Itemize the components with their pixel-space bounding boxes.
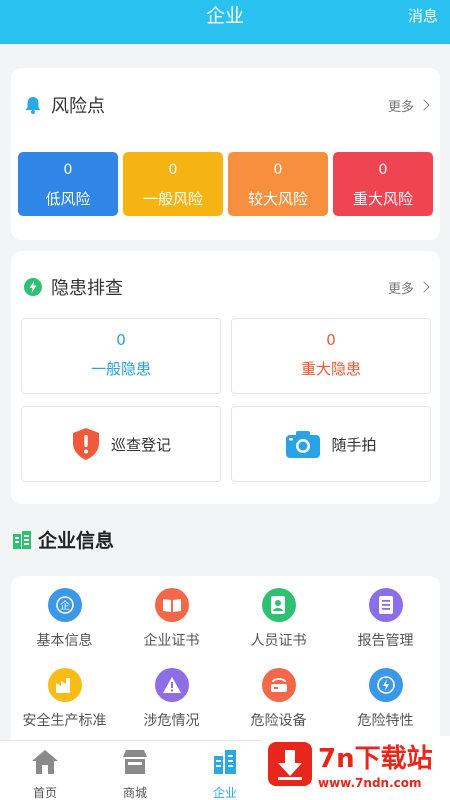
tab-enterprise[interactable]: 企业 xyxy=(180,741,270,800)
basic-info-item[interactable]: 企 基本信息 xyxy=(11,588,118,650)
company-certificate-item[interactable]: 企业证书 xyxy=(118,588,225,650)
personnel-certificate-label: 人员证书 xyxy=(250,633,307,649)
company-info-card: 企 基本信息 企业证书 人员证书 报告管理 安全生产标准 涉危情况 危险设备 危… xyxy=(11,576,440,740)
risk-general-count: 0 xyxy=(168,162,178,178)
site-watermark: 7n下载站 www.7ndn.com xyxy=(262,736,450,800)
safety-standard-item[interactable]: 安全生产标准 xyxy=(11,668,118,730)
major-hazard-label: 重大隐患 xyxy=(300,360,361,378)
hazard-card-title: 隐患排查 xyxy=(51,278,123,299)
report-management-icon xyxy=(368,588,403,622)
watermark-url: www.7ndn.com xyxy=(318,776,422,790)
risk-low-count: 0 xyxy=(63,162,73,178)
dangerous-equipment-label: 危险设备 xyxy=(250,713,307,729)
risk-level-row: 0 低风险 0 一般风险 0 较大风险 0 重大风险 xyxy=(18,152,433,216)
chevron-right-icon xyxy=(418,281,430,293)
dangerous-equipment-item[interactable]: 危险设备 xyxy=(225,668,332,730)
risk-card-header: 风险点 更多 xyxy=(23,90,430,120)
general-hazard-label: 一般隐患 xyxy=(90,360,151,378)
risk-general-label: 一般风险 xyxy=(142,190,203,208)
bell-icon xyxy=(25,97,41,114)
enterprise-icon xyxy=(214,750,236,774)
hazard-card-header: 隐患排查 更多 xyxy=(23,272,430,302)
report-management-item[interactable]: 报告管理 xyxy=(332,588,439,650)
risk-more-label: 更多 xyxy=(387,99,414,115)
risk-major-tile[interactable]: 0 重大风险 xyxy=(333,152,433,216)
hazard-card: 隐患排查 更多 0 一般隐患 0 重大隐患 巡查登记 随手拍 xyxy=(11,251,440,504)
safety-standard-icon xyxy=(47,668,82,702)
risk-larger-count: 0 xyxy=(273,162,283,178)
dangerous-equipment-icon xyxy=(261,668,296,702)
dangerous-properties-icon xyxy=(368,668,403,702)
risk-card: 风险点 更多 0 低风险 0 一般风险 0 较大风险 0 重大风险 xyxy=(11,68,440,240)
risk-low-label: 低风险 xyxy=(45,190,91,208)
dangerous-properties-label: 危险特性 xyxy=(357,713,414,729)
hazard-involvement-item[interactable]: 涉危情况 xyxy=(118,668,225,730)
risk-major-count: 0 xyxy=(378,162,388,178)
dangerous-properties-item[interactable]: 危险特性 xyxy=(332,668,439,730)
company-info-title: 企业信息 xyxy=(38,530,115,552)
report-management-label: 报告管理 xyxy=(357,633,414,649)
tab-enterprise-label: 企业 xyxy=(212,786,237,800)
tab-home-label: 首页 xyxy=(32,786,57,800)
risk-major-label: 重大风险 xyxy=(352,190,413,208)
risk-larger-label: 较大风险 xyxy=(247,190,308,208)
risk-larger-tile[interactable]: 0 较大风险 xyxy=(228,152,328,216)
risk-card-title: 风险点 xyxy=(51,96,105,117)
risk-more-link[interactable]: 更多 xyxy=(387,96,430,115)
major-hazard-count: 0 xyxy=(326,331,336,349)
tab-shop[interactable]: 商城 xyxy=(90,741,180,800)
company-certificate-icon xyxy=(154,588,189,622)
lightning-icon xyxy=(24,278,42,296)
major-hazard-tile[interactable]: 0 重大隐患 xyxy=(231,318,431,394)
home-icon xyxy=(32,750,58,774)
company-info-section-title: 企业信息 xyxy=(12,526,114,553)
hazard-more-label: 更多 xyxy=(387,281,414,297)
tab-shop-label: 商城 xyxy=(122,786,147,800)
general-hazard-count: 0 xyxy=(116,331,126,349)
download-icon xyxy=(268,742,312,786)
snapshot-button[interactable]: 随手拍 xyxy=(231,406,431,482)
basic-info-label: 基本信息 xyxy=(36,633,93,649)
shop-icon xyxy=(123,750,147,774)
hazard-involvement-label: 涉危情况 xyxy=(143,713,200,729)
chevron-right-icon xyxy=(418,99,430,111)
messages-button[interactable]: 消息 xyxy=(408,0,438,32)
risk-low-tile[interactable]: 0 低风险 xyxy=(18,152,118,216)
shield-alert-icon xyxy=(72,428,99,460)
general-hazard-tile[interactable]: 0 一般隐患 xyxy=(21,318,221,394)
patrol-register-label: 巡查登记 xyxy=(110,435,171,454)
camera-icon xyxy=(286,431,321,458)
hazard-involvement-icon xyxy=(154,668,189,702)
personnel-certificate-icon xyxy=(261,588,296,622)
building-icon xyxy=(13,530,31,549)
basic-info-icon: 企 xyxy=(47,588,82,622)
tab-home[interactable]: 首页 xyxy=(0,741,90,800)
svg-text:企: 企 xyxy=(60,599,70,612)
personnel-certificate-item[interactable]: 人员证书 xyxy=(225,588,332,650)
patrol-register-button[interactable]: 巡查登记 xyxy=(21,406,221,482)
watermark-title: 7n下载站 xyxy=(318,744,433,774)
company-certificate-label: 企业证书 xyxy=(143,633,200,649)
snapshot-label: 随手拍 xyxy=(331,435,377,454)
page-title: 企业 xyxy=(205,5,244,27)
top-bar: 企业 消息 xyxy=(0,0,450,44)
hazard-more-link[interactable]: 更多 xyxy=(387,278,430,297)
risk-general-tile[interactable]: 0 一般风险 xyxy=(123,152,223,216)
safety-standard-label: 安全生产标准 xyxy=(22,713,107,729)
